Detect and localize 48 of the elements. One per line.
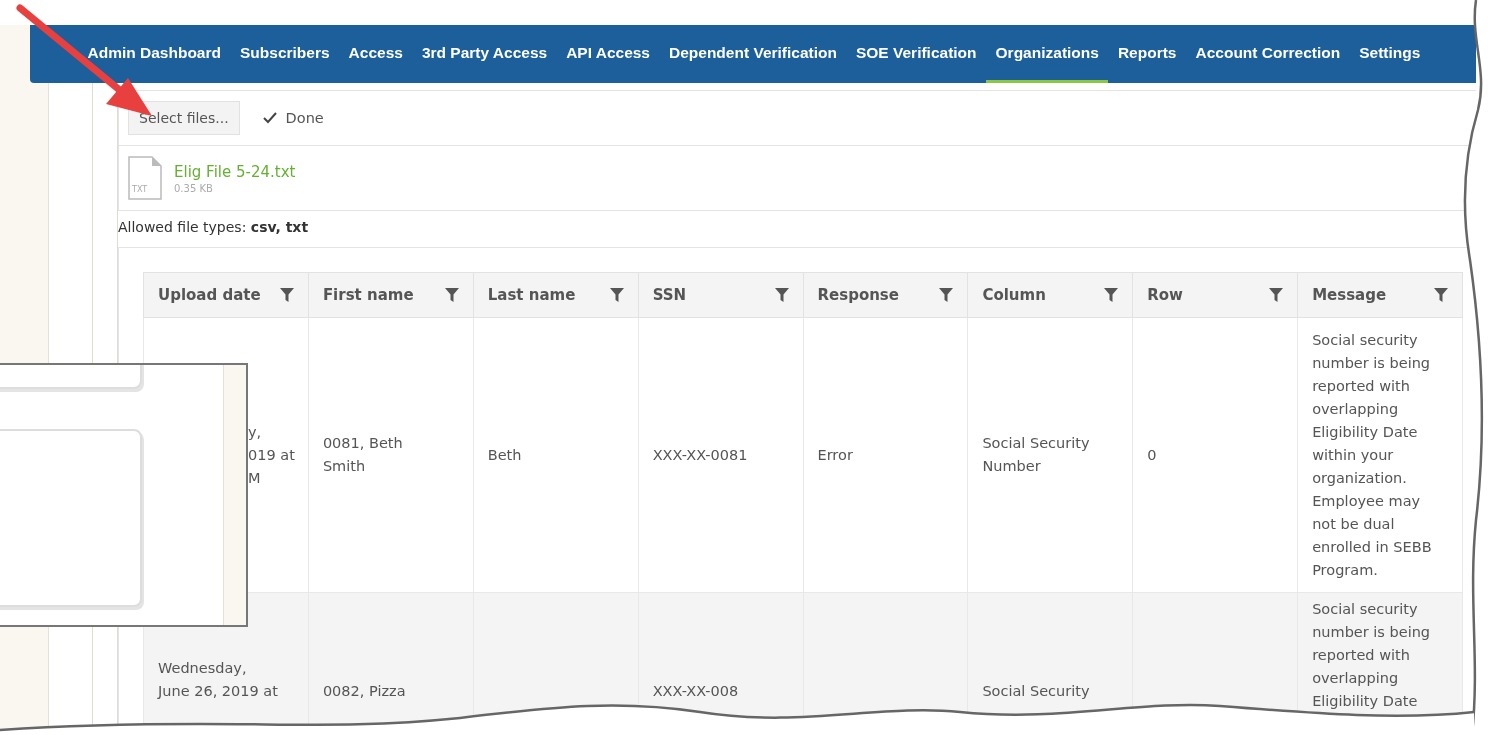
file-type-label: TXT bbox=[132, 185, 148, 194]
column-header[interactable]: Last name bbox=[473, 272, 639, 318]
column-header[interactable]: Message bbox=[1297, 272, 1463, 318]
filter-icon[interactable] bbox=[1269, 288, 1284, 302]
nav-tab[interactable]: API Access bbox=[556, 25, 660, 83]
filter-icon[interactable] bbox=[279, 288, 294, 302]
filter-icon[interactable] bbox=[939, 288, 954, 302]
nav-tab[interactable]: SOE Verification bbox=[846, 25, 987, 83]
filter-icon[interactable] bbox=[1104, 288, 1119, 302]
table-cell: Wednesday, June 26, 2019 at bbox=[158, 660, 278, 699]
filter-icon[interactable] bbox=[774, 288, 789, 302]
check-icon bbox=[261, 111, 278, 125]
table-cell: Social Security bbox=[982, 683, 1090, 699]
column-header[interactable]: Upload date bbox=[143, 272, 309, 318]
table-cell: 0081, Beth Smith bbox=[322, 435, 403, 474]
nav-tab[interactable]: Dependent Verification bbox=[659, 25, 847, 83]
table-cell: Beth bbox=[487, 446, 522, 463]
table-cell: Social Security Number bbox=[982, 435, 1090, 474]
table-cell: Social security number is being reported with overlapping Eligibility Date bbox=[1312, 601, 1431, 709]
nav-tab[interactable]: Access bbox=[339, 25, 413, 83]
file-icon bbox=[128, 156, 162, 200]
table-cell: XXX-XX-008 bbox=[652, 683, 739, 699]
column-header[interactable]: First name bbox=[308, 272, 474, 318]
nav-tab[interactable]: Account Correction bbox=[1186, 25, 1350, 83]
file-size: 0.35 KB bbox=[174, 182, 214, 194]
table-cell: Social security number is being reported with overlapping Eligibility Date within your organization. Employee may not be dual enrolled in SEBB Program. bbox=[1312, 331, 1432, 578]
nav-tab[interactable]: Reports bbox=[1108, 25, 1186, 83]
table-cell: Error bbox=[817, 446, 853, 463]
table-cell: y, 019 at M bbox=[248, 423, 295, 486]
nav-tab[interactable]: Organizations bbox=[986, 25, 1109, 83]
done-button[interactable]: Done bbox=[251, 102, 334, 134]
filter-icon[interactable] bbox=[444, 288, 459, 302]
column-header[interactable]: Row bbox=[1132, 272, 1298, 318]
column-header[interactable]: Response bbox=[803, 272, 968, 318]
nav-tab[interactable]: Subscribers bbox=[230, 25, 340, 83]
filter-icon[interactable] bbox=[609, 288, 624, 302]
nav-tab[interactable]: Admin Dashboard bbox=[78, 25, 231, 83]
file-name: Elig File 5-24.txt bbox=[174, 162, 296, 181]
table-cell: XXX-XX-0081 bbox=[652, 446, 748, 463]
select-files-button[interactable]: Select files... bbox=[128, 101, 240, 135]
table-cell: 0 bbox=[1147, 446, 1157, 463]
filter-icon[interactable] bbox=[1434, 288, 1448, 302]
table-cell: 0082, Pizza bbox=[322, 683, 406, 699]
allowed-types-text: Allowed file types: csv, txt bbox=[118, 219, 310, 235]
column-header[interactable]: Column bbox=[967, 272, 1133, 318]
nav-tab[interactable]: Settings bbox=[1349, 25, 1430, 83]
column-header[interactable]: SSN bbox=[638, 272, 803, 318]
nav-tab[interactable]: 3rd Party Access bbox=[412, 25, 557, 83]
